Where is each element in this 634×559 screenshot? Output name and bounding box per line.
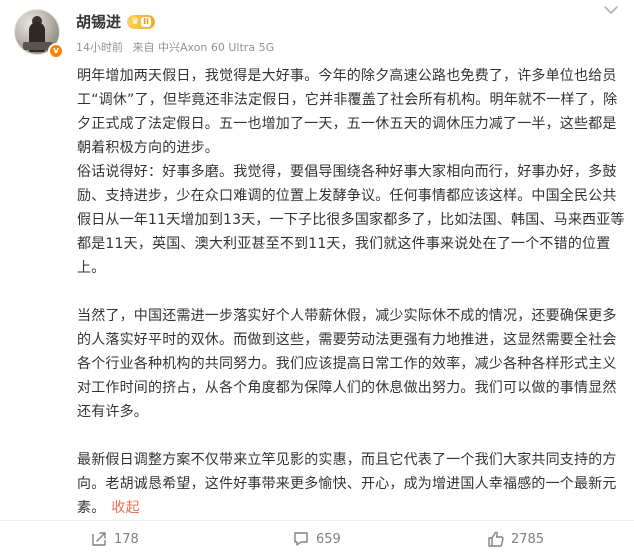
post-paragraph: 明年增加两天假日，我觉得是大好事。今年的除夕高速公路也免费了，许多单位也给员工“…	[77, 68, 618, 156]
level-badge-label: II	[141, 17, 152, 27]
comment-icon	[294, 532, 308, 546]
collapse-link[interactable]: 收起	[111, 500, 139, 516]
post-body: 明年增加两天假日，我觉得是大好事。今年的除夕高速公路也免费了，许多单位也给员工“…	[77, 64, 625, 520]
post-meta: 14小时前 来自 中兴Axon 60 Ultra 5G	[76, 39, 280, 55]
share-button[interactable]: 178	[90, 530, 139, 548]
comment-button[interactable]: 659	[292, 530, 341, 548]
thumbs-up-icon	[488, 531, 504, 547]
comment-count: 659	[316, 531, 341, 547]
post-paragraph: 最新假日调整方案不仅带来立竿见影的实惠，而且它代表了一个我们大家共同支持的方向。…	[77, 452, 617, 516]
verified-badge-icon: v	[48, 43, 64, 59]
footer-divider	[0, 520, 634, 521]
post-paragraph: 当然了，中国还需进一步落实好个人带薪休假，减少实际休不成的情况，还要确保更多的人…	[77, 308, 617, 420]
author-name[interactable]: 胡锡进	[76, 11, 121, 32]
share-count: 178	[114, 531, 139, 547]
share-icon	[92, 532, 106, 546]
post-time[interactable]: 14小时前	[76, 41, 123, 54]
crown-icon: ♛	[131, 17, 140, 27]
post-paragraph: 俗话说得好：好事多磨。我觉得，要倡导围绕各种好事大家相向而行，好事办好，多鼓励、…	[77, 164, 625, 276]
post-source: 来自 中兴Axon 60 Ultra 5G	[132, 41, 275, 54]
like-count: 2785	[511, 531, 545, 547]
post-paragraph-last: 最新假日调整方案不仅带来立竿见影的实惠，而且它代表了一个我们大家共同支持的方向。…	[77, 448, 625, 520]
post-header: v 胡锡进 ♛ II 14小时前 来自 中兴Axon 60 Ultra 5G	[0, 0, 634, 62]
level-badge[interactable]: ♛ II	[127, 15, 156, 29]
chevron-down-icon[interactable]	[600, 5, 622, 21]
like-button[interactable]: 2785	[487, 530, 544, 548]
action-bar: 178 659 2785	[0, 520, 634, 559]
